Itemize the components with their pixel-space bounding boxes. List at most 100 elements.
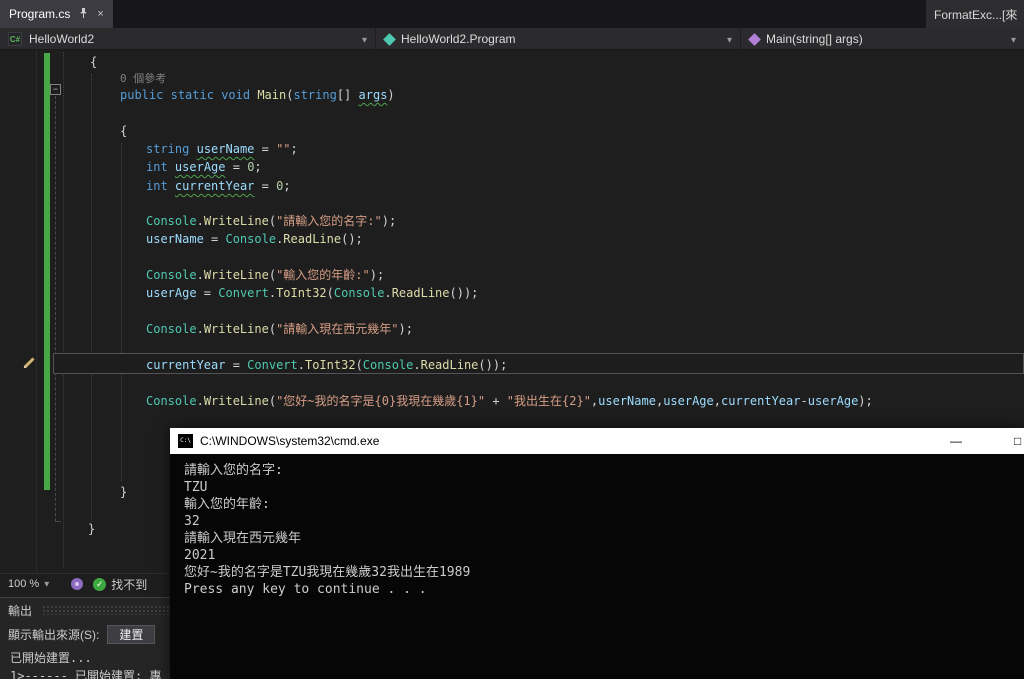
tab-title: Program.cs bbox=[9, 7, 71, 21]
maximize-button[interactable]: □ bbox=[1008, 428, 1024, 454]
code-token: . bbox=[196, 394, 204, 408]
console-line: TZU bbox=[184, 480, 208, 495]
code-line[interactable]: } bbox=[88, 520, 95, 538]
code-token: . bbox=[196, 214, 204, 228]
health-status-text: 找不到 bbox=[111, 577, 148, 592]
code-token: Console bbox=[333, 286, 385, 300]
console-line: Press any key to continue . . . bbox=[184, 582, 427, 597]
pin-icon[interactable] bbox=[78, 7, 89, 22]
code-token: Console bbox=[146, 322, 197, 336]
code-line[interactable]: { bbox=[90, 53, 97, 71]
code-token: WriteLine bbox=[203, 394, 269, 408]
code-token: (); bbox=[341, 232, 363, 246]
output-source-row: 顯示輸出來源(S): 建置 bbox=[8, 625, 156, 644]
code-token: = bbox=[225, 358, 248, 372]
code-token: ReadLine bbox=[420, 358, 479, 372]
code-token: ( bbox=[268, 394, 277, 408]
output-lines: 已開始建置... 1>------ 已開始建置: 專 bbox=[10, 649, 161, 679]
tab-program-cs[interactable]: Program.cs × bbox=[0, 0, 113, 28]
code-token: . bbox=[384, 286, 392, 300]
code-token: userAge bbox=[146, 286, 197, 300]
cmd-window: C:\WINDOWS\system32\cmd.exe — □ 請輸入您的名字:… bbox=[170, 428, 1024, 679]
code-token: int bbox=[146, 179, 168, 193]
code-token: ); bbox=[858, 394, 873, 408]
code-line[interactable]: Console.WriteLine("您好~我的名字是{0}我現在幾歲{1}" … bbox=[146, 392, 873, 410]
cmd-title-text: C:\WINDOWS\system32\cmd.exe bbox=[200, 434, 380, 448]
code-token: string bbox=[146, 142, 190, 156]
code-token: userName bbox=[598, 394, 656, 408]
floating-window-title[interactable]: FormatExc...[來 bbox=[926, 0, 1024, 28]
code-line[interactable]: Console.WriteLine("輸入您的年齡:"); bbox=[146, 266, 384, 284]
code-token: ()); bbox=[449, 286, 479, 300]
codelens-references[interactable]: 0 個參考 bbox=[120, 72, 166, 86]
code-token: userAge bbox=[807, 394, 859, 408]
code-line[interactable]: Console.WriteLine("請輸入現在西元幾年"); bbox=[146, 320, 413, 338]
code-token: args bbox=[358, 88, 388, 102]
fold-guide-foot bbox=[55, 521, 61, 522]
cmd-title-bar[interactable]: C:\WINDOWS\system32\cmd.exe — □ bbox=[170, 428, 1024, 454]
code-token: } bbox=[88, 522, 96, 536]
code-line[interactable]: userName = Console.ReadLine(); bbox=[146, 230, 363, 248]
status-indicator-icon[interactable] bbox=[71, 578, 84, 590]
code-token: ReadLine bbox=[391, 286, 450, 300]
code-token: public bbox=[120, 88, 164, 102]
code-token: WriteLine bbox=[203, 322, 269, 336]
code-token: "我出生在{2}" bbox=[506, 394, 591, 408]
csharp-project-icon bbox=[8, 32, 22, 46]
code-token: ; bbox=[290, 142, 298, 156]
code-token: userAge bbox=[663, 394, 714, 408]
vs-window: Program.cs × FormatExc...[來 HelloWorld2 … bbox=[0, 0, 1024, 679]
indent-guide bbox=[121, 143, 122, 481]
code-token: . bbox=[413, 358, 421, 372]
code-token: ( bbox=[268, 268, 277, 282]
code-token: = bbox=[225, 160, 248, 174]
output-source-dropdown[interactable]: 建置 bbox=[107, 625, 156, 644]
cmd-output[interactable]: 請輸入您的名字: TZU 輸入您的年齡: 32 請輸入現在西元幾年 2021 您好~我的名字… bbox=[170, 454, 1024, 679]
code-token: ); bbox=[369, 268, 385, 282]
code-line[interactable]: string userName = ""; bbox=[146, 140, 298, 158]
code-line[interactable]: currentYear = Convert.ToInt32(Console.Re… bbox=[146, 356, 507, 374]
code-token: + bbox=[485, 394, 507, 408]
minimize-button[interactable]: — bbox=[934, 428, 978, 454]
change-tracking-bar bbox=[44, 53, 50, 490]
code-token: ; bbox=[283, 179, 291, 193]
output-line: 1>------ 已開始建置: 專 bbox=[10, 669, 162, 679]
code-token: ()); bbox=[478, 358, 508, 372]
output-source-label: 顯示輸出來源(S): bbox=[8, 628, 100, 642]
fold-guide-line bbox=[55, 96, 56, 521]
code-line[interactable]: Console.WriteLine("請輸入您的名字:"); bbox=[146, 212, 396, 230]
member-dropdown[interactable]: Main(string[] args) bbox=[742, 28, 1024, 50]
close-icon[interactable]: × bbox=[97, 8, 103, 20]
code-line[interactable]: int userAge = 0; bbox=[146, 158, 262, 176]
project-dropdown[interactable]: HelloWorld2 bbox=[0, 28, 376, 50]
code-token: ( bbox=[326, 286, 334, 300]
code-line[interactable]: { bbox=[120, 122, 127, 140]
fold-collapse-box[interactable] bbox=[50, 84, 61, 95]
margin-separator bbox=[36, 50, 37, 573]
code-token: ToInt32 bbox=[304, 358, 356, 372]
console-line: 請輸入您的名字: bbox=[184, 463, 283, 478]
code-line[interactable]: } bbox=[120, 483, 127, 501]
chevron-down-icon bbox=[727, 32, 732, 46]
code-token: = bbox=[196, 286, 219, 300]
code-line[interactable]: int currentYear = 0; bbox=[146, 177, 291, 195]
type-dropdown[interactable]: HelloWorld2.Program bbox=[377, 28, 741, 50]
code-token: static bbox=[170, 88, 214, 102]
chevron-down-icon bbox=[44, 578, 49, 590]
code-token: Convert bbox=[247, 358, 298, 372]
code-token: currentYear bbox=[721, 394, 801, 408]
console-line: 您好~我的名字是TZU我現在幾歲32我出生在1989 bbox=[184, 565, 471, 580]
member-dropdown-label: Main(string[] args) bbox=[766, 32, 863, 46]
zoom-control[interactable]: 100 % bbox=[0, 574, 57, 594]
navigation-bar: HelloWorld2 HelloWorld2.Program Main(str… bbox=[0, 28, 1024, 50]
code-line[interactable]: public static void Main(string[] args) bbox=[120, 86, 395, 104]
code-token: { bbox=[120, 124, 128, 138]
code-line[interactable]: userAge = Convert.ToInt32(Console.ReadLi… bbox=[146, 284, 478, 302]
code-token: = bbox=[203, 232, 226, 246]
code-token: [] bbox=[336, 88, 359, 102]
zoom-value: 100 % bbox=[8, 578, 40, 590]
code-token: void bbox=[221, 88, 251, 102]
